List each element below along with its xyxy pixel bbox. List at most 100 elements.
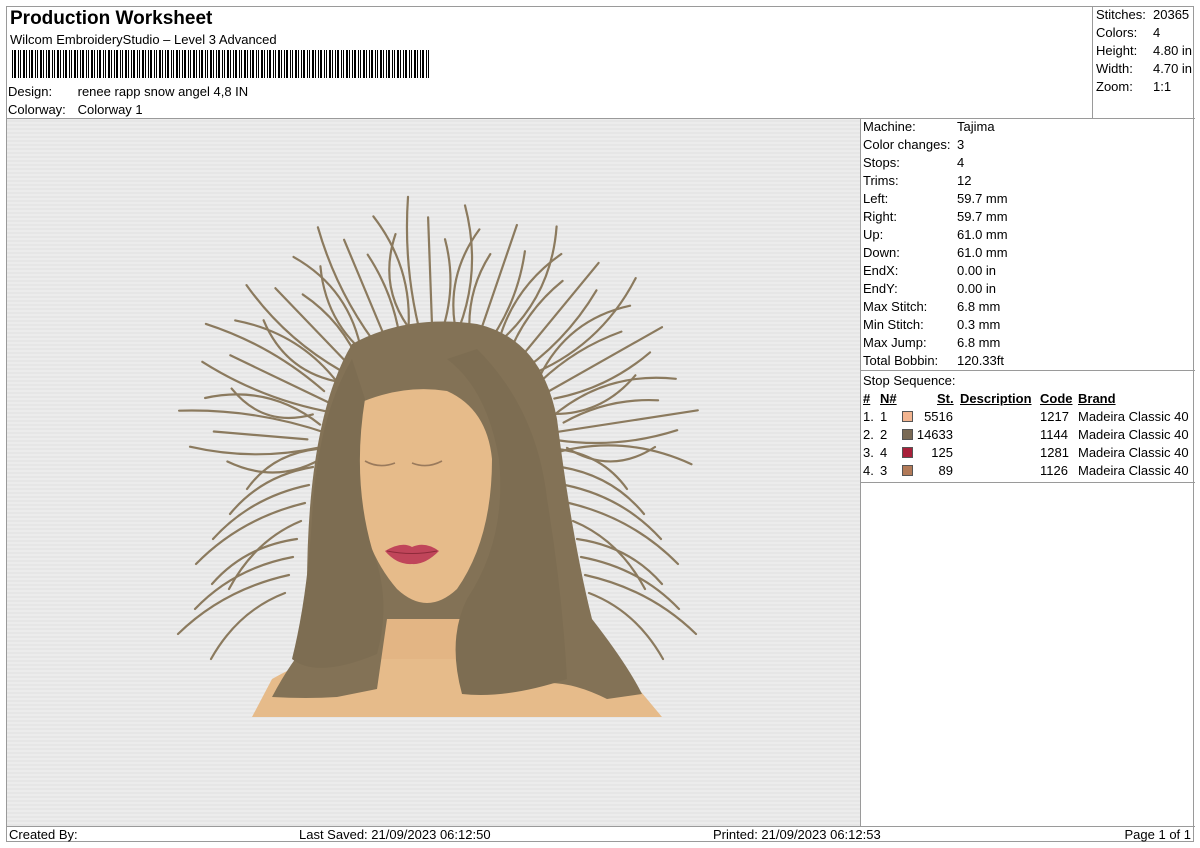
needle-number: 2 — [880, 427, 888, 442]
hair-strand — [550, 376, 677, 419]
col-brand: Brand — [1078, 391, 1116, 406]
machine-label: EndY: — [863, 281, 898, 296]
machine-label: Min Stitch: — [863, 317, 924, 332]
hair-strand — [555, 429, 679, 445]
thread-code: 1217 — [1040, 409, 1069, 424]
machine-label: EndX: — [863, 263, 899, 278]
needle-number: 4 — [880, 445, 888, 460]
machine-info: Machine: Tajima Color changes: 3 Stops: 4 T… — [861, 119, 1195, 371]
min-stitch-row: Min Stitch: 0.3 mm — [863, 317, 1000, 332]
stat-value: 1:1 — [1153, 79, 1172, 94]
hair-strand — [212, 430, 309, 441]
machine-value: 3 — [957, 137, 965, 152]
machine-value: 61.0 mm — [957, 227, 1008, 242]
stat-width: Width: 4.70 in — [1096, 61, 1192, 76]
up-row: Up: 61.0 mm — [863, 227, 1008, 242]
hair-strand — [211, 483, 311, 541]
hair-strand — [316, 226, 384, 354]
machine-label: Max Stitch: — [863, 299, 928, 314]
hair-strand — [440, 238, 452, 334]
machine-label: Max Jump: — [863, 335, 927, 350]
production-worksheet: Production Worksheet Wilcom EmbroiderySt… — [6, 6, 1195, 843]
hair-strand — [227, 519, 303, 591]
hair-strand — [201, 360, 336, 414]
trims-row: Trims: 12 — [863, 173, 971, 188]
color-swatch — [902, 429, 913, 440]
machine-value: 6.8 mm — [957, 299, 1001, 314]
stat-label: Stitches: — [1096, 7, 1146, 22]
machine-label: Up: — [863, 227, 884, 242]
thread-code: 1281 — [1040, 445, 1069, 460]
max-stitch-row: Max Stitch: 6.8 mm — [863, 299, 1000, 314]
machine-value: 0.00 in — [957, 281, 997, 296]
hair-strand — [210, 537, 299, 586]
endy-row: EndY: 0.00 in — [863, 281, 996, 296]
worksheet-footer: Created By: Last Saved: 21/09/2023 06:12… — [7, 826, 1195, 843]
thread-brand: Madeira Classic 40 — [1078, 409, 1189, 424]
stops-row: Stops: 4 — [863, 155, 964, 170]
thread-brand: Madeira Classic 40 — [1078, 463, 1189, 478]
right-row: Right: 59.7 mm — [863, 209, 1008, 224]
hair-strand — [209, 591, 287, 661]
machine-label: Stops: — [863, 155, 900, 170]
machine-label: Machine: — [863, 119, 916, 134]
col-stop: # — [863, 391, 871, 406]
needle-number: 1 — [880, 409, 888, 424]
needle-number: 3 — [880, 463, 888, 478]
machine-label: Trims: — [863, 173, 899, 188]
total-bobbin-row: Total Bobbin: 120.33ft — [863, 353, 1004, 368]
design-preview — [7, 119, 861, 826]
stop-sequence-title: Stop Sequence: — [863, 373, 956, 388]
hair-strand — [228, 465, 315, 516]
hair-strand — [559, 465, 646, 516]
hair-strand — [575, 537, 664, 586]
color-swatch — [902, 465, 913, 476]
stop-number: 3. — [863, 445, 874, 460]
stat-height: Height: 4.80 in — [1096, 43, 1192, 58]
machine-value: 59.7 mm — [957, 209, 1008, 224]
machine-value: 0.00 in — [957, 263, 997, 278]
hair-strand — [583, 573, 698, 636]
hair-strand — [204, 393, 322, 426]
color-changes-row: Color changes: 3 — [863, 137, 964, 152]
hair-strand — [204, 322, 326, 393]
machine-label: Color changes: — [863, 137, 951, 152]
col-stitches: St. — [937, 391, 954, 406]
colorway-value: Colorway 1 — [77, 102, 143, 117]
stitch-count: 14633 — [916, 427, 953, 442]
colorway-label: Colorway: — [8, 102, 66, 117]
page-number: Page 1 of 1 — [1124, 827, 1192, 842]
machine-value: Tajima — [957, 119, 995, 134]
hair-strand — [563, 483, 663, 541]
design-row: Design: renee rapp snow angel 4,8 IN — [8, 84, 248, 99]
machine-label: Down: — [863, 245, 900, 260]
color-swatch — [902, 411, 913, 422]
thread-code: 1126 — [1040, 463, 1068, 478]
hair-strand — [343, 238, 388, 343]
hair-strand — [176, 573, 291, 636]
down-row: Down: 61.0 mm — [863, 245, 1008, 260]
stop-number: 4. — [863, 463, 874, 478]
machine-value: 120.33ft — [957, 353, 1004, 368]
embroidery-illustration — [176, 195, 699, 717]
machine-value: 0.3 mm — [957, 317, 1001, 332]
max-jump-row: Max Jump: 6.8 mm — [863, 335, 1000, 350]
created-by: Created By: — [9, 827, 78, 842]
stop-sequence: Stop Sequence: # N# St. Description Code… — [861, 371, 1195, 483]
thread-code: 1144 — [1040, 427, 1068, 442]
hair-strand — [518, 261, 600, 360]
colorway-row: Colorway: Colorway 1 — [8, 102, 143, 117]
last-saved: Last Saved: 21/09/2023 06:12:50 — [299, 827, 491, 842]
stat-stitches: Stitches: 20365 — [1096, 7, 1189, 22]
hair-strand — [571, 519, 647, 591]
design-label: Design: — [8, 84, 53, 99]
design-value: renee rapp snow angel 4,8 IN — [77, 84, 249, 99]
endx-row: EndX: 0.00 in — [863, 263, 996, 278]
stat-label: Width: — [1096, 61, 1133, 76]
stop-number: 2. — [863, 427, 874, 442]
stat-label: Zoom: — [1096, 79, 1133, 94]
machine-row: Machine: Tajima — [863, 119, 995, 134]
machine-label: Right: — [863, 209, 897, 224]
machine-value: 61.0 mm — [957, 245, 1008, 260]
stat-value: 4.70 in — [1153, 61, 1193, 76]
